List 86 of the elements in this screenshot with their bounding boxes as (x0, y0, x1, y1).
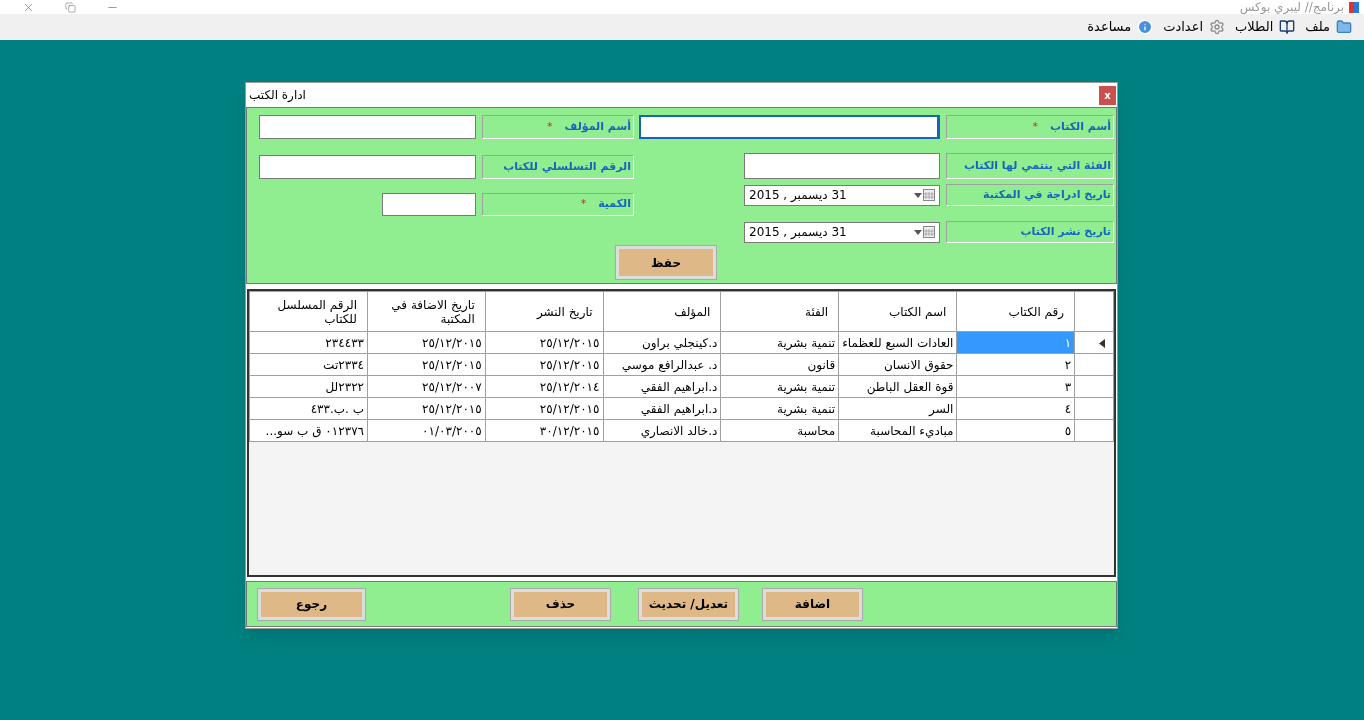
table-cell: د.ابراهيم الفقي (603, 397, 721, 420)
table-row[interactable]: ٤ السر تنمية بشرية د.ابراهيم الفقي ٢٥/١٢/٢٠١٥ ٢٥/١٢/٢٠١٥ ب .ب.٤٣٣ (249, 397, 1114, 420)
folder-icon (1336, 19, 1352, 35)
table-cell: ٠١/٠٣/٢٠٠٥ (367, 419, 486, 442)
column-header[interactable]: تاريخ النشر (485, 291, 603, 332)
table-cell: ٥ (956, 419, 1075, 442)
table-cell: ٣٠/١٢/٢٠١٥ (485, 419, 603, 442)
column-header[interactable]: المؤلف (603, 291, 721, 332)
column-header[interactable]: رقم الكتاب (956, 291, 1075, 332)
menu-item[interactable]: الطلاب (1235, 17, 1296, 37)
label-text: الفئة التي ينتمي لها الكتاب (964, 157, 1111, 174)
table-cell: ٠١٢٣٧٦ ق ب سو... (249, 419, 368, 442)
menu-item[interactable]: مساعدة (1087, 17, 1154, 37)
table-cell: ٢٥/١٢/٢٠١٥ (485, 397, 603, 420)
table-cell: ٢٥/١٢/٢٠١٥ (367, 331, 486, 354)
table-cell: تنمية بشرية (720, 397, 839, 420)
table-cell: د.خالد الانصاري (603, 419, 721, 442)
app-logo-icon (1348, 1, 1360, 13)
table-cell: ٢٥/١٢/٢٠١٥ (367, 353, 486, 376)
row-pointer-icon (1099, 338, 1105, 348)
label-text: أسم المؤلف (564, 118, 631, 135)
calendar-icon (923, 189, 935, 201)
table-cell: محاسبة (720, 419, 839, 442)
label-text: الكمية (598, 196, 631, 213)
input-field[interactable] (259, 155, 476, 179)
table-cell: ٢٥/١٢/٢٠٠٧ (367, 375, 486, 398)
input-field[interactable] (259, 115, 476, 139)
required-mark: * (1032, 118, 1038, 135)
required-mark: * (580, 196, 587, 213)
table-row[interactable]: ٢ حقوق الانسان قانون د. عبدالرافع موسي ٢٥/١٢/٢٠١٥ ٢٥/١٢/٢٠١٥ ٢٣٣٤تت (249, 353, 1114, 376)
table-cell: العادات السبع للعظماء (838, 331, 957, 354)
table-cell: قوة العقل الباطن (838, 375, 957, 398)
table-cell: حقوق الانسان (838, 353, 957, 376)
label-text: الرقم التسلسلي للكتاب (503, 158, 631, 175)
label-text: تاريخ ادراجة في المكتبة (983, 186, 1111, 203)
table-cell: ٢٣٤٤٣٣ (249, 331, 368, 354)
date-picker[interactable]: 31 ديسمبر , 2015 (744, 221, 940, 243)
required-mark: * (547, 118, 553, 135)
label-text: أسم الكتاب (1050, 118, 1111, 135)
caret-icon (914, 192, 922, 198)
table-row[interactable]: ٣ قوة العقل الباطن تنمية بشرية د.ابراهيم الفقي ٢٥/١٢/٢٠١٤ ٢٥/١٢/٢٠٠٧ ٢٣٢٢لل (249, 375, 1114, 398)
column-header[interactable]: اسم الكتاب (838, 291, 957, 332)
dialog-title: ادارة الكتب (249, 87, 306, 104)
info-icon (1137, 19, 1154, 35)
caret-icon (914, 229, 922, 235)
input-field[interactable] (382, 193, 476, 216)
table-cell: ٤ (956, 397, 1075, 420)
table-cell: مباديء المحاسبة (838, 419, 957, 442)
menu-item[interactable]: اعدادت (1163, 17, 1226, 37)
settings-icon (1209, 19, 1226, 35)
table-cell: قانون (720, 353, 839, 376)
input-field[interactable] (744, 153, 940, 179)
table-cell: ب .ب.٤٣٣ (249, 397, 368, 420)
table-cell: ٣ (956, 375, 1075, 398)
app-title: برنامج// ليبري بوكس (1239, 0, 1344, 14)
column-header[interactable]: الفئة (720, 291, 839, 332)
table-cell: السر (838, 397, 957, 420)
table-cell: ٢٥/١٢/٢٠١٥ (485, 353, 603, 376)
table-cell: ٢ (956, 353, 1075, 376)
save-button[interactable]: حفظ (616, 246, 716, 279)
table-cell: د. عبدالرافع موسي (603, 353, 721, 376)
calendar-icon (923, 226, 935, 238)
table-cell: ٢٥/١٢/٢٠١٥ (485, 331, 603, 354)
table-cell: د.كينجلي براون (603, 331, 721, 354)
table-cell: ٢٣٣٤تت (249, 353, 368, 376)
table-cell: ١ (956, 331, 1075, 354)
table-cell: ٢٥/١٢/٢٠١٥ (367, 397, 486, 420)
table-row[interactable]: ٥ مباديء المحاسبة محاسبة د.خالد الانصاري ٣٠/١٢/٢٠١٥ ٠١/٠٣/٢٠٠٥ ٠١٢٣٧٦ ق ب سو... (249, 419, 1114, 442)
table-cell: ٢٣٢٢لل (249, 375, 368, 398)
close-button[interactable]: x (1099, 85, 1116, 105)
book-icon (1279, 19, 1296, 35)
menu-item[interactable]: ملف (1305, 17, 1352, 37)
column-header[interactable]: الرقم المسلسل للكتاب (249, 291, 368, 332)
action-button[interactable]: اضافة (763, 588, 862, 620)
table-cell: ٢٥/١٢/٢٠١٤ (485, 375, 603, 398)
input-field[interactable] (639, 115, 940, 139)
table-cell: تنمية بشرية (720, 375, 839, 398)
action-button[interactable]: حذف (511, 588, 610, 620)
date-picker[interactable]: 31 ديسمبر , 2015 (744, 184, 940, 206)
column-header[interactable]: تاريخ الاضافة في المكتبة (367, 291, 486, 332)
table-row[interactable]: ١ العادات السبع للعظماء تنمية بشرية د.كينجلي براون ٢٥/١٢/٢٠١٥ ٢٥/١٢/٢٠١٥ ٢٣٤٤٣٣ (249, 331, 1114, 354)
action-button[interactable]: رجوع (258, 588, 365, 620)
label-text: تاريخ نشر الكتاب (1020, 223, 1111, 240)
table-cell: د.ابراهيم الفقي (603, 375, 721, 398)
table-cell: تنمية بشرية (720, 331, 839, 354)
action-button[interactable]: تعديل/ تحديث (639, 588, 738, 620)
